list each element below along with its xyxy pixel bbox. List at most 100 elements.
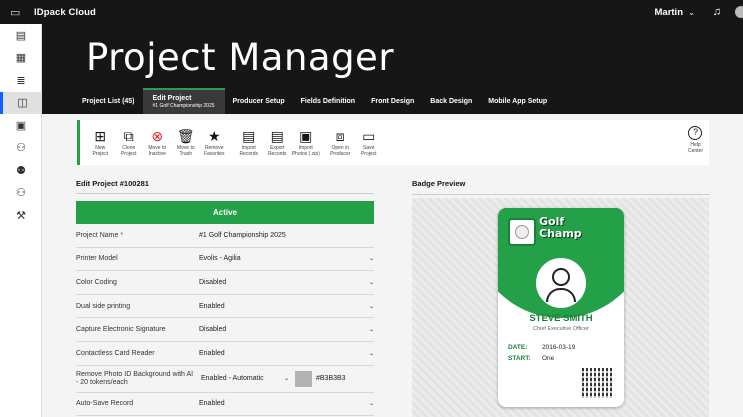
button-label: Records [267,151,287,157]
chevron-down-icon: ⌄ [283,376,289,383]
start-label: START: [508,355,531,362]
field-label: Printer Model [76,255,118,263]
project-name-input[interactable]: #1 Golf Championship 2025 [196,232,374,239]
toolbar: ⊞ New Project ⧉ Clone Project ⊗ Move to Inacti… [77,120,709,165]
export-records-button[interactable]: ▤ Export Records [263,128,292,157]
badge-start-line: START: One [508,355,554,362]
help-center-button[interactable]: ? Help Center [688,126,703,154]
button-label: Producer [330,151,351,157]
form-row: Auto-Save Record Enabled ⌄ [76,393,374,417]
form-title: Edit Project #100281 [76,172,374,194]
field-label: Contactless Card Reader [76,349,155,357]
save-icon: ▭ [362,128,376,144]
field-label: Color Coding [76,278,117,286]
button-label: Records [239,151,259,157]
edit-project-form: Edit Project #100281 Active Project Name… [76,172,374,417]
tab-fields-definition[interactable]: Fields Definition [293,88,363,114]
badge-preview-panel: Badge Preview Golf Champ STEVE SMITH Chie… [412,172,709,417]
badge-card: Golf Champ STEVE SMITH Chief Executive Of… [498,208,624,407]
signature-select[interactable]: Disabled ⌄ [196,326,374,333]
tab-producer-setup[interactable]: Producer Setup [225,88,293,114]
bg-removal-group: Enabled - Automatic ⌄ #B3B3B3 [196,370,374,387]
user-lock-icon[interactable]: ⚉ [0,159,42,182]
badge-name: STEVE SMITH [529,313,593,324]
bg-removal-select[interactable]: Enabled - Automatic ⌄ [199,373,291,384]
tab-bar: Project List (45) Edit Project #1 Golf C… [74,88,555,114]
auto-save-select[interactable]: Enabled ⌄ [196,400,374,407]
tab-mobile-app-setup[interactable]: Mobile App Setup [480,88,555,114]
badge-date-line: DATE: 2016-03-19 [508,344,575,351]
export-records-icon: ▤ [270,128,284,144]
move-to-inactive-button[interactable]: ⊗ Move to Inactive [143,128,172,157]
select-value: Enabled [199,302,225,310]
clone-project-button[interactable]: ⧉ Clone Project [115,128,144,157]
select-value: Disabled [199,326,227,334]
tab-sublabel: #1 Golf Championship 2025 [152,103,215,109]
layout-icon[interactable]: ▦ [0,47,42,70]
select-value: Enabled [199,400,225,408]
dual-side-printing-select[interactable]: Enabled ⌄ [196,303,374,310]
form-row: Contactless Card Reader Enabled ⌄ [76,342,374,366]
notification-bell-icon[interactable]: ♫ [713,6,721,18]
avatar[interactable] [735,6,743,18]
move-to-trash-button[interactable]: 🗑 Move to Trash [172,128,201,157]
app-name[interactable]: IDpack Cloud [34,7,96,18]
remove-favorites-button[interactable]: ★ Remove Favorites [200,128,229,157]
chevron-down-icon: ⌄ [368,303,374,310]
tab-back-design[interactable]: Back Design [422,88,480,114]
chevron-down-icon: ⌄ [368,401,374,408]
dashboard-icon[interactable]: ▤ [0,24,42,47]
tab-project-list[interactable]: Project List (45) [74,88,143,114]
project-manager-icon[interactable]: ◫ [0,91,42,114]
button-label: Project [360,151,377,157]
field-label: Project Name * [76,232,196,239]
button-label: Trash [179,151,193,157]
field-label: Auto-Save Record [76,400,134,408]
wrench-icon[interactable]: ⚒ [0,204,42,227]
inactive-icon: ⊗ [151,128,164,144]
import-records-button[interactable]: ▤ Import Records [235,128,264,157]
clone-project-icon: ⧉ [123,128,134,144]
group-icon[interactable]: ⚇ [0,182,42,205]
golf-ball-icon [508,218,536,246]
top-bar: ▭ IDpack Cloud Martin ⌄ ♫ [0,0,743,24]
app-logo-icon[interactable]: ▭ [10,6,30,19]
select-value: Disabled [199,278,227,286]
button-label: Project [92,151,109,157]
printer-model-select[interactable]: Evolis - Agilia ⌄ [196,255,374,262]
button-label: Photos (.zip) [291,151,320,157]
date-value: 2016-03-19 [542,344,576,351]
page-header: Project Manager Project List (45) Edit P… [42,24,743,114]
import-photos-button[interactable]: ▣ Import Photos (.zip) [292,128,321,157]
required-marker: * [120,231,124,239]
date-label: DATE: [508,344,528,351]
form-row: Color Coding Disabled ⌄ [76,271,374,295]
label-text: Project Name [76,231,119,239]
new-project-button[interactable]: ⊞ New Project [86,128,115,157]
chevron-down-icon[interactable]: ⌄ [688,8,695,17]
id-card-icon[interactable]: ▣ [0,114,42,137]
select-value: Enabled - Automatic [201,375,264,383]
import-photos-icon: ▣ [299,128,313,144]
chevron-down-icon: ⌄ [368,350,374,357]
form-row: Dual side printing Enabled ⌄ [76,295,374,319]
badge-role: Chief Executive Officer [533,326,589,332]
start-value: One [542,355,555,362]
color-hex-input[interactable]: #B3B3B3 [316,375,346,382]
tab-front-design[interactable]: Front Design [363,88,422,114]
save-project-button[interactable]: ▭ Save Project [355,128,384,157]
users-icon[interactable]: ⚇ [0,137,42,160]
chevron-down-icon: ⌄ [368,279,374,286]
color-swatch[interactable] [295,370,312,387]
open-in-producer-button[interactable]: ⧈ Open in Producer [326,128,355,157]
tab-edit-project[interactable]: Edit Project #1 Golf Championship 2025 [142,88,225,114]
status-banner[interactable]: Active [76,201,374,224]
color-coding-select[interactable]: Disabled ⌄ [196,279,374,286]
field-label: Dual side printing [76,302,131,310]
form-row: Remove Photo ID Background with AI - 20 … [76,366,374,393]
card-reader-select[interactable]: Enabled ⌄ [196,350,374,357]
list-icon[interactable]: ≣ [0,69,42,92]
star-icon: ★ [207,128,221,144]
user-menu[interactable]: Martin [655,7,684,18]
qr-code-icon [582,368,612,398]
